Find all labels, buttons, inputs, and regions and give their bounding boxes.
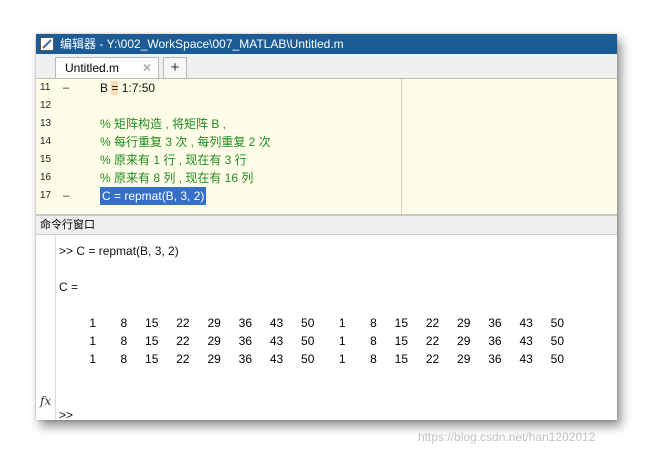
- command-window: 命令行窗口 >> C = repmat(B, 3, 2) C = 1 8 15 22 2…: [36, 214, 617, 420]
- matrix-cell: 43: [519, 316, 533, 330]
- code-text: B = 1:7:50: [100, 81, 156, 95]
- title-bar[interactable]: 编辑器 - Y:\002_WorkSpace\007_MATLAB\Untitl…: [36, 34, 617, 54]
- tab-label: Untitled.m: [65, 61, 120, 75]
- matlab-editor-window: 编辑器 - Y:\002_WorkSpace\007_MATLAB\Untitl…: [36, 34, 617, 420]
- tab-untitled-m[interactable]: Untitled.m ✕: [55, 57, 159, 78]
- matrix-cell: 29: [207, 316, 221, 330]
- matrix-cell: 43: [519, 352, 533, 366]
- close-icon[interactable]: ✕: [142, 58, 152, 78]
- matrix-cell: 36: [238, 334, 252, 348]
- matrix-cell: 15: [394, 334, 408, 348]
- matrix-cell: 29: [457, 352, 471, 366]
- matrix-cell: 8: [370, 352, 377, 366]
- selected-code-text[interactable]: C = repmat(B, 3, 2): [100, 187, 207, 205]
- matrix-cell: 29: [207, 334, 221, 348]
- matrix-cell: 50: [301, 352, 315, 366]
- matrix-cell: 22: [176, 334, 190, 348]
- matrix-cell: 36: [488, 316, 502, 330]
- right-margin-line: [401, 79, 402, 214]
- matrix-cell: 1: [338, 316, 346, 330]
- matrix-cell: 43: [269, 334, 284, 348]
- breakpoint-marker[interactable]: –: [63, 187, 69, 205]
- window-title: 编辑器 - Y:\002_WorkSpace\007_MATLAB\Untitl…: [60, 37, 344, 51]
- matrix-cell: 22: [425, 316, 440, 330]
- line-number: 17: [40, 190, 52, 201]
- matrix-cell: 8: [120, 352, 128, 366]
- watermark: https://blog.csdn.net/han1202012: [418, 430, 596, 444]
- matrix-cell: 15: [145, 334, 159, 348]
- line-number: 15: [40, 154, 52, 165]
- result-label: C =: [59, 280, 79, 294]
- matrix-cell: 43: [519, 334, 533, 348]
- line-number: 12: [40, 100, 52, 111]
- matrix-cell: 8: [120, 316, 128, 330]
- matrix-cell: 36: [238, 352, 252, 366]
- matrix-cell: 36: [488, 334, 502, 348]
- matrix-cell: 50: [550, 316, 564, 330]
- matrix-cell: 29: [457, 334, 471, 348]
- command-window-header: 命令行窗口: [36, 216, 617, 235]
- command-window-output[interactable]: >> C = repmat(B, 3, 2) C = 1 8 15 22 29 36 43 5…: [55, 236, 617, 420]
- matrix-cell: 50: [550, 352, 564, 366]
- matrix-cell: 15: [145, 352, 159, 366]
- matrix-cell: 43: [269, 316, 284, 330]
- matrix-cell: 15: [394, 316, 408, 330]
- matrix-cell: 36: [488, 352, 502, 366]
- line-number: 13: [40, 118, 52, 129]
- matrix-cell: 1: [89, 316, 96, 330]
- command-prompt[interactable]: >>: [59, 406, 73, 420]
- command-window-title: 命令行窗口: [40, 219, 95, 231]
- comment-text: % 原来有 1 行 , 现在有 3 行: [100, 153, 247, 167]
- matrix-cell: 29: [457, 316, 471, 330]
- matrix-cell: 50: [301, 334, 315, 348]
- editor-app-icon: [40, 37, 54, 51]
- matrix-cell: 50: [301, 316, 315, 330]
- fx-function-browser-icon[interactable]: fx: [40, 394, 51, 408]
- matrix-cell: 15: [394, 352, 408, 366]
- matrix-cell: 22: [425, 352, 440, 366]
- matrix-cell: 50: [550, 334, 564, 348]
- line-number: 14: [40, 136, 52, 147]
- matrix-cell: 1: [338, 352, 346, 366]
- comment-text: % 每行重复 3 次 , 每列重复 2 次: [100, 135, 271, 149]
- matrix-cell: 8: [370, 316, 377, 330]
- breakpoint-marker[interactable]: –: [63, 79, 69, 97]
- code-editor[interactable]: 11 – B = 1:7:50 12 13 % 矩阵构造 , 将矩阵 B , 1…: [36, 79, 617, 214]
- matrix-cell: 36: [238, 316, 252, 330]
- command-echo: >> C = repmat(B, 3, 2): [59, 244, 179, 258]
- comment-text: % 原来有 8 列 , 现在有 16 列: [100, 171, 254, 185]
- comment-text: % 矩阵构造 , 将矩阵 B ,: [100, 117, 227, 131]
- matrix-cell: 43: [269, 352, 284, 366]
- line-number: 16: [40, 172, 52, 183]
- matrix-cell: 8: [370, 334, 377, 348]
- matrix-cell: 22: [176, 316, 190, 330]
- editor-tab-bar: Untitled.m ✕ +: [36, 54, 617, 79]
- matrix-cell: 29: [207, 352, 221, 366]
- line-number: 11: [40, 82, 51, 93]
- matrix-cell: 1: [338, 334, 346, 348]
- matrix-cell: 22: [176, 352, 190, 366]
- matrix-cell: 22: [425, 334, 440, 348]
- matrix-cell: 1: [89, 352, 96, 366]
- matrix-cell: 1: [89, 334, 96, 348]
- add-tab-button[interactable]: +: [163, 57, 187, 78]
- matrix-cell: 15: [145, 316, 159, 330]
- matrix-cell: 8: [120, 334, 128, 348]
